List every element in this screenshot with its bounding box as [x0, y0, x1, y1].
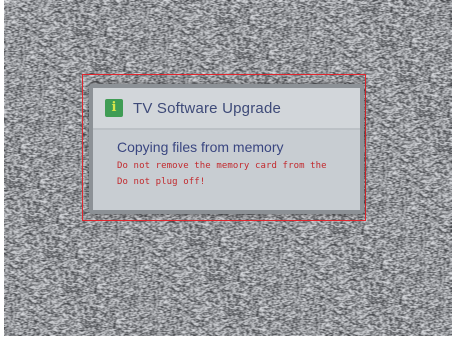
status-message: Copying files from memory: [117, 139, 284, 155]
dialog-body: Copying files from memory Do not remove …: [93, 130, 360, 214]
warning-do-not-unplug: Do not plug off!: [117, 177, 206, 187]
software-upgrade-dialog: i TV Software Upgrade Copying files from…: [89, 84, 364, 214]
dialog-title-bar: i TV Software Upgrade: [93, 88, 360, 130]
info-icon: i: [105, 99, 123, 117]
dialog-title: TV Software Upgrade: [133, 99, 282, 117]
warning-remove-card: Do not remove the memory card from the: [117, 161, 327, 171]
tv-screen: i TV Software Upgrade Copying files from…: [4, 0, 452, 336]
